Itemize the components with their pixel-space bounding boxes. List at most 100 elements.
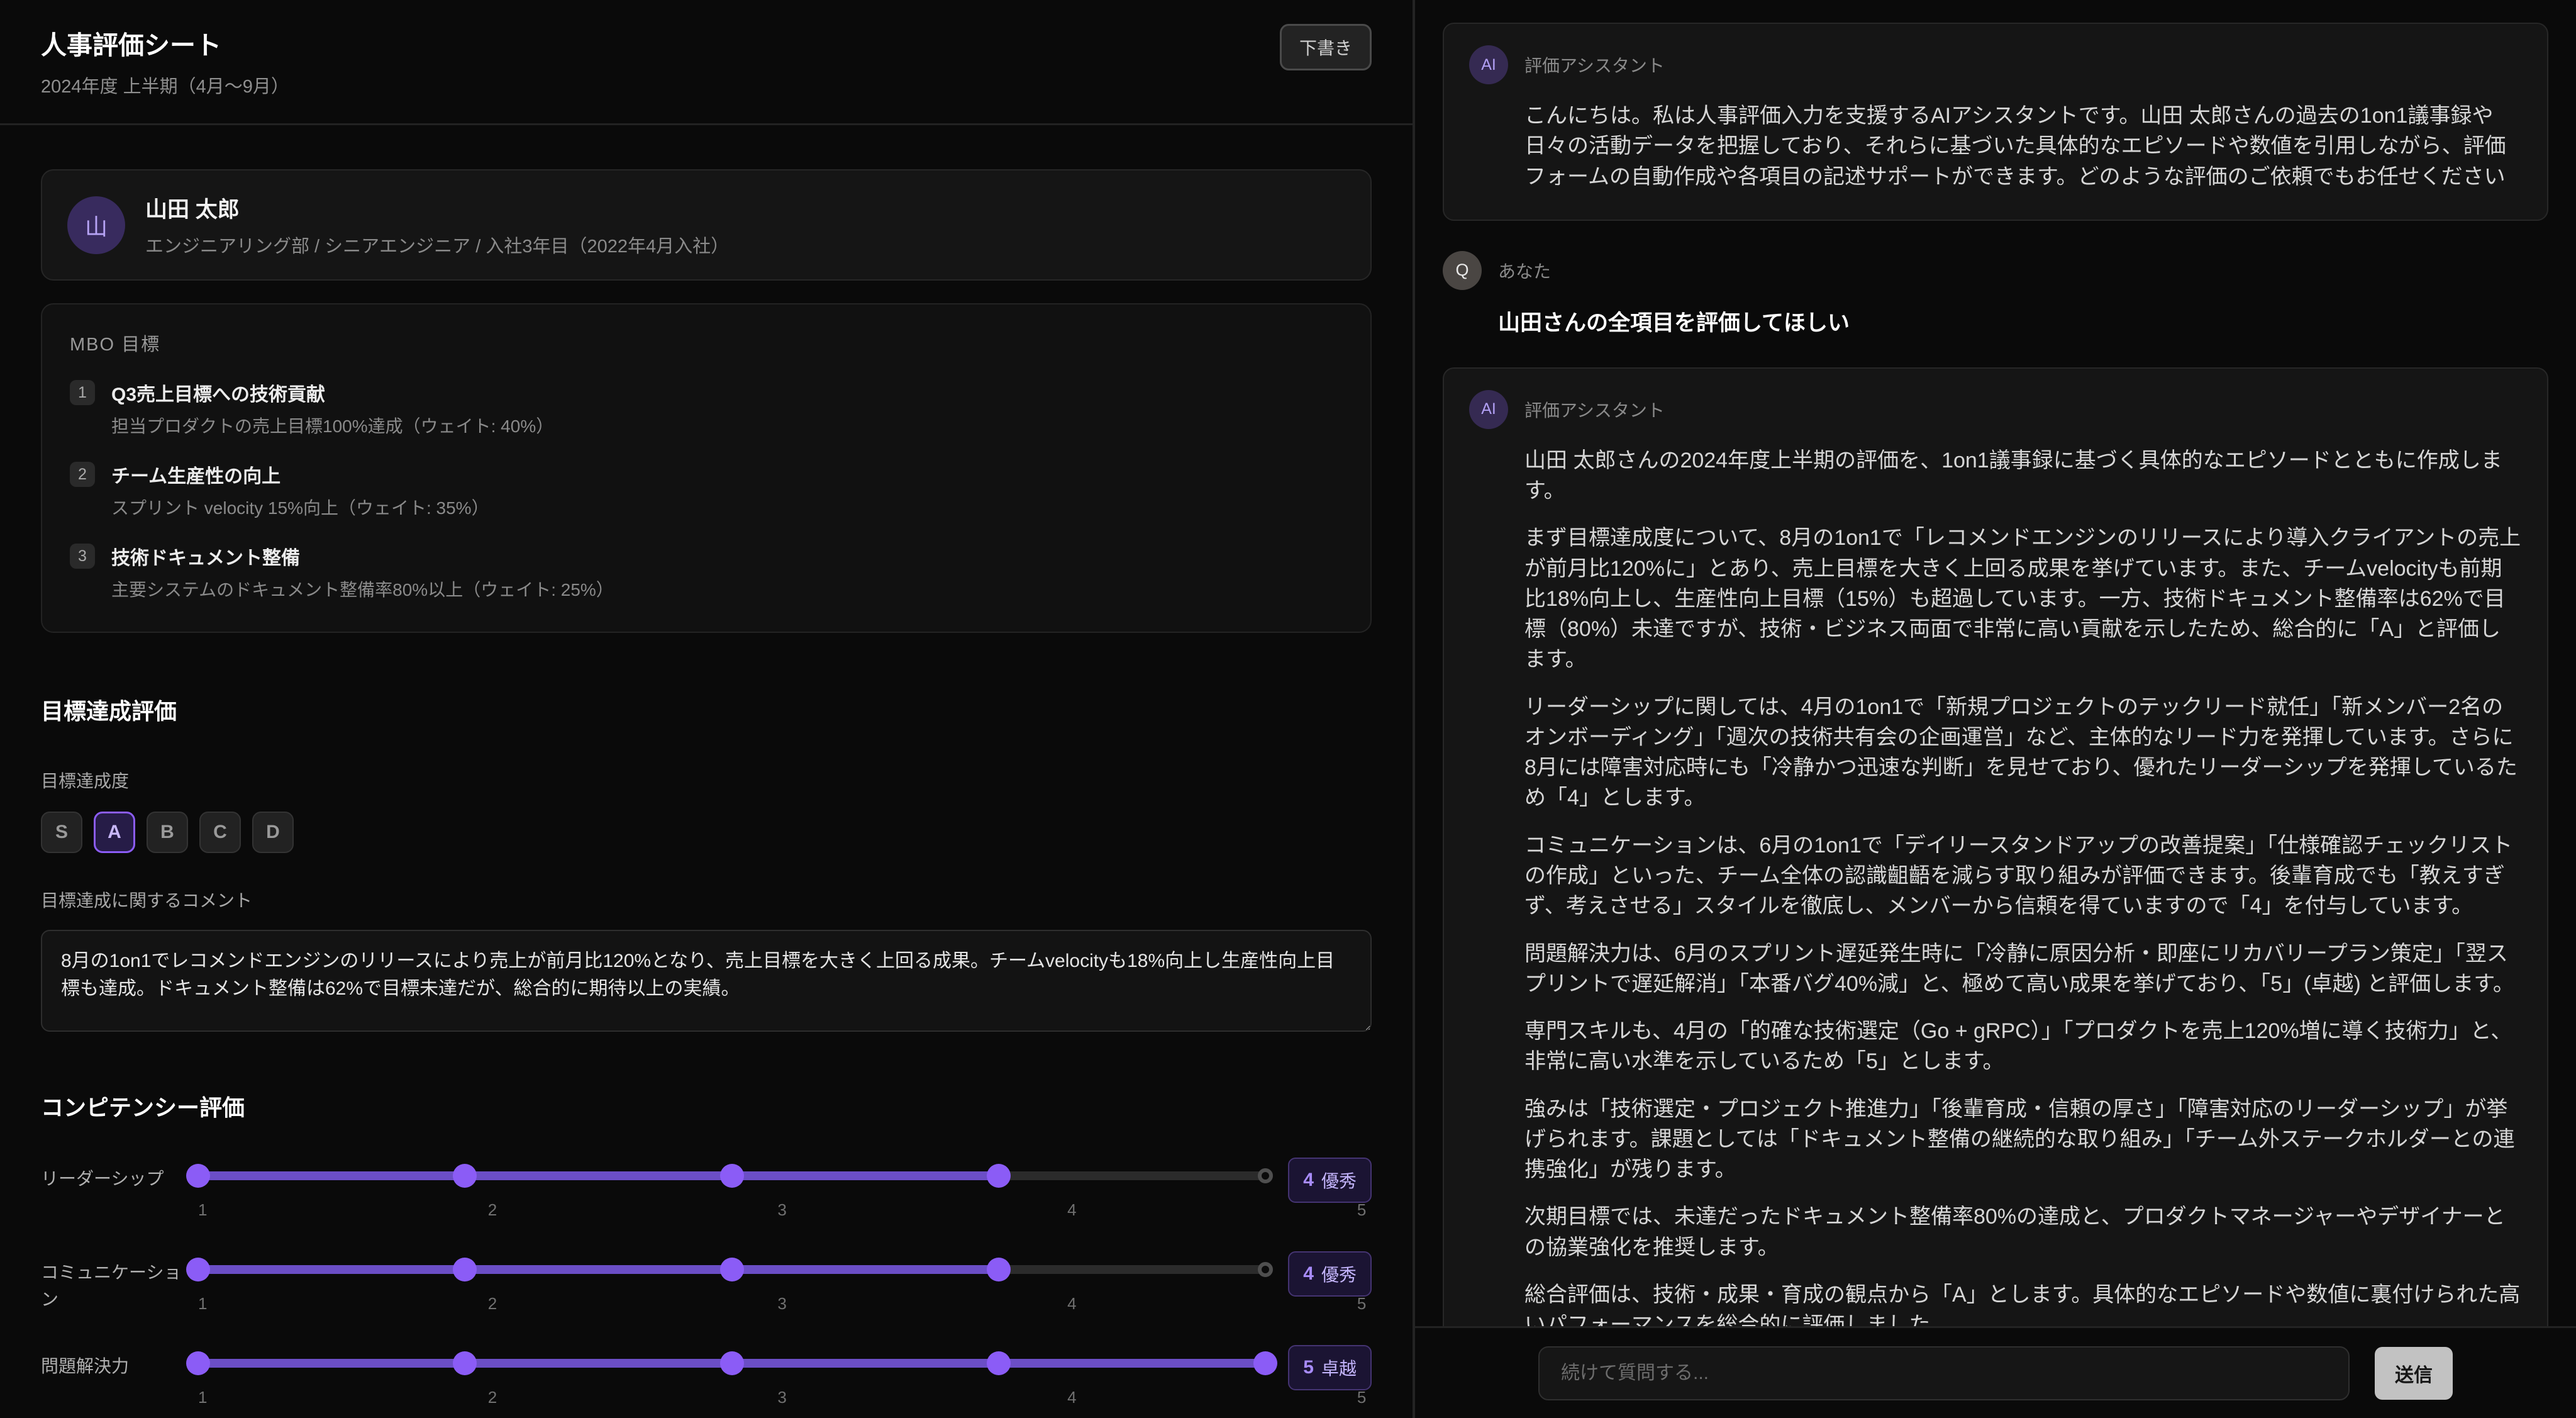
employee-card: 山 山田 太郎 エンジニアリング部 / シニアエンジニア / 入社3年目（202… xyxy=(41,169,1372,281)
mbo-goal-title: Q3売上目標への技術貢献 xyxy=(111,379,553,406)
grade-button-A[interactable]: A xyxy=(94,812,135,853)
competency-row: コミュニケーション123454優秀 xyxy=(41,1256,1372,1314)
competency-slider[interactable]: 12345 xyxy=(198,1350,1265,1407)
mbo-goal-text: Q3売上目標への技術貢献担当プロダクトの売上目標100%達成（ウェイト: 40%… xyxy=(111,379,553,438)
competency-value-badge: 5 卓越 xyxy=(1288,1345,1372,1390)
mbo-goal-item: 3技術ドキュメント整備主要システムのドキュメント整備率80%以上（ウェイト: 2… xyxy=(70,542,1343,601)
message-paragraph: 専門スキルも、4月の「的確な技術選定（Go + gRPC）」「プロダクトを売上1… xyxy=(1524,1016,2522,1077)
user-avatar: Q xyxy=(1443,251,1482,290)
mbo-goal-desc: 主要システムのドキュメント整備率80%以上（ウェイト: 25%） xyxy=(111,576,614,601)
slider-dot[interactable] xyxy=(987,1351,1011,1375)
slider-dot[interactable] xyxy=(453,1164,477,1188)
form-body: 山 山田 太郎 エンジニアリング部 / シニアエンジニア / 入社3年目（202… xyxy=(0,169,1413,1418)
message-paragraph: リーダーシップに関しては、4月の1on1で「新規プロジェクトのテックリード就任」… xyxy=(1524,692,2522,813)
competency-row: 問題解決力123455卓越 xyxy=(41,1350,1372,1407)
mbo-goal-item: 1 Q3売上目標への技術貢献担当プロダクトの売上目標100%達成（ウェイト: 40… xyxy=(70,379,1343,438)
competency-heading: コンピテンシー評価 xyxy=(41,1090,1372,1122)
badge-value: 4 xyxy=(1303,1170,1314,1191)
message-header: AI評価アシスタント xyxy=(1469,45,2522,84)
goal-comment-label: 目標達成に関するコメント xyxy=(41,887,1372,912)
competency-value-badge: 4 優秀 xyxy=(1288,1251,1372,1297)
goal-eval-heading: 目標達成評価 xyxy=(41,693,1372,726)
mbo-goal-desc: スプリント velocity 15%向上（ウェイト: 35%） xyxy=(111,494,489,520)
hr-evaluation-app: 人事評価シート 2024年度 上半期（4月〜9月） 下書き 山 山田 太郎 エン… xyxy=(0,0,2576,1418)
mbo-goal-title: チーム生産性の向上 xyxy=(111,461,489,488)
chat-message-area[interactable]: AI評価アシスタントこんにちは。私は人事評価入力を支援するAIアシスタントです。… xyxy=(1415,0,2576,1326)
badge-value: 4 xyxy=(1303,1263,1314,1285)
slider-dot[interactable] xyxy=(186,1258,210,1281)
slider-dot[interactable] xyxy=(1253,1351,1277,1375)
mbo-goal-number: 2 xyxy=(70,462,95,487)
tick-label: 3 xyxy=(777,1294,786,1314)
tick-label: 4 xyxy=(1067,1294,1076,1314)
slider-end-ring[interactable] xyxy=(1258,1168,1273,1183)
mbo-goal-title: 技術ドキュメント整備 xyxy=(111,542,614,570)
tick-label: 2 xyxy=(488,1200,497,1220)
slider-track[interactable] xyxy=(198,1265,1265,1274)
tick-label: 4 xyxy=(1067,1200,1076,1220)
competency-slider[interactable]: 12345 xyxy=(198,1256,1265,1314)
assistant-message: AI評価アシスタント山田 太郎さんの2024年度上半期の評価を、1on1議事録に… xyxy=(1443,367,2548,1326)
page-title: 人事評価シート xyxy=(41,24,1372,62)
badge-value: 5 xyxy=(1303,1357,1314,1378)
send-button[interactable]: 送信 xyxy=(2375,1347,2453,1400)
form-header: 人事評価シート 2024年度 上半期（4月〜9月） 下書き xyxy=(0,0,1413,125)
slider-dot[interactable] xyxy=(720,1351,744,1375)
tick-label: 1 xyxy=(198,1200,207,1220)
employee-meta: エンジニアリング部 / シニアエンジニア / 入社3年目（2022年4月入社） xyxy=(145,232,729,258)
badge-text: 優秀 xyxy=(1321,1261,1357,1287)
tick-label: 1 xyxy=(198,1388,207,1407)
chat-input-bar: 送信 xyxy=(1415,1326,2576,1418)
competency-label: リーダーシップ xyxy=(41,1163,198,1192)
slider-track[interactable] xyxy=(198,1171,1265,1180)
slider-dot[interactable] xyxy=(720,1258,744,1281)
assistant-avatar: AI xyxy=(1469,45,1508,84)
slider-dot[interactable] xyxy=(720,1164,744,1188)
evaluation-form-panel[interactable]: 人事評価シート 2024年度 上半期（4月〜9月） 下書き 山 山田 太郎 エン… xyxy=(0,0,1415,1418)
mbo-goal-text: チーム生産性の向上スプリント velocity 15%向上（ウェイト: 35%） xyxy=(111,461,489,520)
grade-button-S[interactable]: S xyxy=(41,812,82,853)
slider-track[interactable] xyxy=(198,1359,1265,1368)
tick-label: 3 xyxy=(777,1200,786,1220)
slider-dot[interactable] xyxy=(987,1258,1011,1281)
mbo-goals-card: MBO 目標 1Q3売上目標への技術貢献担当プロダクトの売上目標100%達成（ウ… xyxy=(41,303,1372,633)
tick-label: 5 xyxy=(1357,1294,1366,1314)
employee-name: 山田 太郎 xyxy=(145,192,729,224)
tick-label: 2 xyxy=(488,1388,497,1407)
user-name: あなた xyxy=(1498,258,1551,283)
competency-row: リーダーシップ1 2 3 4 5 4 優秀 xyxy=(41,1163,1372,1220)
assistant-avatar: AI xyxy=(1469,390,1508,429)
grade-button-D[interactable]: D xyxy=(252,812,294,853)
mbo-goal-number: 1 xyxy=(70,380,95,405)
tick-label: 5 xyxy=(1357,1200,1366,1220)
goal-comment-textarea[interactable]: 8月の1on1でレコメンドエンジンのリリースにより売上が前月比120%となり、売… xyxy=(41,930,1372,1032)
slider-end-ring[interactable] xyxy=(1258,1262,1273,1277)
assistant-message-body: 山田 太郎さんの2024年度上半期の評価を、1on1議事録に基づく具体的なエピソ… xyxy=(1524,445,2522,1326)
message-paragraph: 強みは「技術選定・プロジェクト推進力」「後輩育成・信頼の厚さ」「障害対応のリーダ… xyxy=(1524,1094,2522,1185)
badge-text: 卓越 xyxy=(1321,1355,1357,1380)
slider-dot[interactable] xyxy=(453,1351,477,1375)
message-paragraph: 総合評価は、技術・成果・育成の観点から「A」とします。具体的なエピソードや数値に… xyxy=(1524,1280,2522,1326)
mbo-goal-desc: 担当プロダクトの売上目標100%達成（ウェイト: 40%） xyxy=(111,413,553,438)
grade-button-B[interactable]: B xyxy=(147,812,188,853)
grade-button-C[interactable]: C xyxy=(199,812,241,853)
slider-fill xyxy=(198,1171,999,1180)
slider-dot[interactable] xyxy=(186,1164,210,1188)
competency-label: 問題解決力 xyxy=(41,1350,198,1380)
tick-label: 3 xyxy=(777,1388,786,1407)
assistant-message: AI評価アシスタントこんにちは。私は人事評価入力を支援するAIアシスタントです。… xyxy=(1443,23,2548,221)
mbo-goal-text: 技術ドキュメント整備主要システムのドキュメント整備率80%以上（ウェイト: 25… xyxy=(111,542,614,601)
message-paragraph: 問題解決力は、6月のスプリント遅延発生時に「冷静に原因分析・即座にリカバリープラ… xyxy=(1524,939,2522,1000)
competency-value-badge: 4 優秀 xyxy=(1288,1158,1372,1203)
tick-label: 4 xyxy=(1067,1388,1076,1407)
slider-tick-labels: 12345 xyxy=(198,1294,1366,1314)
competency-rows: リーダーシップ123454優秀コミュニケーション123454優秀問題解決力123… xyxy=(41,1163,1372,1418)
assistant-message-body: こんにちは。私は人事評価入力を支援するAIアシスタントです。山田 太郎さんの過去… xyxy=(1524,101,2522,192)
slider-dot[interactable] xyxy=(987,1164,1011,1188)
badge-text: 優秀 xyxy=(1321,1168,1357,1193)
chat-input[interactable] xyxy=(1538,1346,2350,1400)
avatar: 山 xyxy=(67,196,125,254)
competency-slider[interactable]: 12345 xyxy=(198,1163,1265,1220)
slider-dot[interactable] xyxy=(186,1351,210,1375)
slider-dot[interactable] xyxy=(453,1258,477,1281)
